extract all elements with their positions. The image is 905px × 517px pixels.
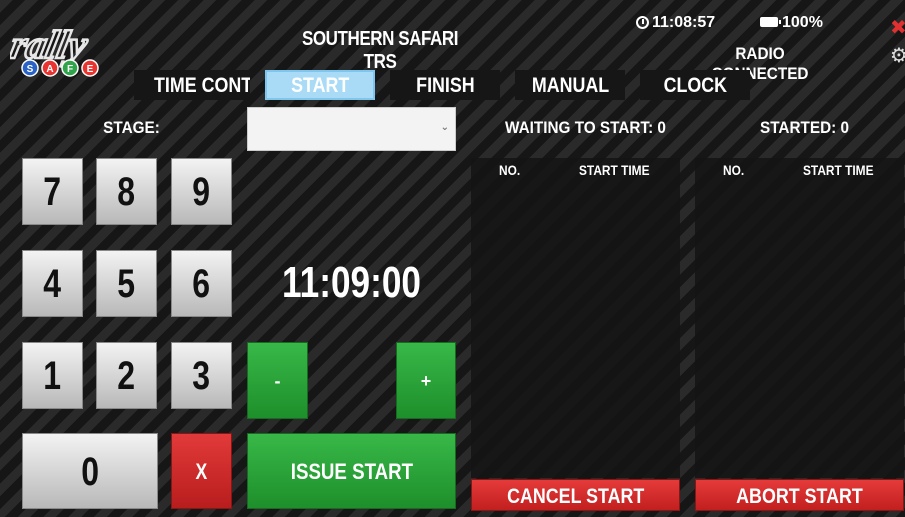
page-title: SOUTHERN SAFARI TRS <box>301 28 459 73</box>
waiting-count: WAITING TO START: 0 <box>505 118 666 137</box>
keypad-8-button[interactable]: 8 <box>96 158 157 225</box>
tab-clock[interactable]: CLOCK <box>640 70 750 100</box>
stage-label: STAGE: <box>103 118 160 137</box>
battery-icon <box>760 17 781 27</box>
increment-time-button[interactable]: + <box>396 342 456 419</box>
keypad-6-button[interactable]: 6 <box>171 250 232 317</box>
keypad-clear-button[interactable]: X <box>171 433 232 509</box>
clock-icon <box>636 16 649 29</box>
keypad-7-button[interactable]: 7 <box>22 158 83 225</box>
battery-status: 100% <box>760 14 823 32</box>
issue-start-button[interactable]: ISSUE START <box>247 433 456 509</box>
cancel-start-button[interactable]: CANCEL START <box>471 479 680 511</box>
stage-select[interactable]: ⌄ <box>247 107 456 151</box>
started-col-start-time: START TIME <box>803 162 874 178</box>
tab-start[interactable]: START <box>265 70 375 100</box>
keypad-2-button[interactable]: 2 <box>96 342 157 409</box>
start-time-display: 11:09:00 <box>282 258 421 307</box>
keypad-9-button[interactable]: 9 <box>171 158 232 225</box>
tab-time-control[interactable]: TIME CONTROL <box>134 70 250 100</box>
waiting-list[interactable]: NO. START TIME <box>471 158 680 478</box>
keypad-0-button[interactable]: 0 <box>22 433 158 509</box>
rally-safe-logo: rally S A F E <box>5 21 130 82</box>
decrement-time-button[interactable]: - <box>247 342 308 419</box>
tab-finish[interactable]: FINISH <box>390 70 500 100</box>
started-list[interactable]: NO. START TIME <box>695 158 904 478</box>
clock-status: 11:08:57 <box>636 14 715 32</box>
logo-letter: F <box>67 64 73 75</box>
logo-letter: A <box>46 64 53 75</box>
keypad-1-button[interactable]: 1 <box>22 342 83 409</box>
clock-time: 11:08:57 <box>652 14 716 31</box>
waiting-col-no: NO. <box>499 162 521 178</box>
abort-start-button[interactable]: ABORT START <box>695 479 904 511</box>
keypad-5-button[interactable]: 5 <box>96 250 157 317</box>
close-icon[interactable]: ✖ <box>890 18 905 38</box>
keypad-4-button[interactable]: 4 <box>22 250 83 317</box>
gear-icon[interactable]: ⚙ <box>890 46 905 66</box>
started-col-no: NO. <box>723 162 745 178</box>
battery-level: 100% <box>782 14 823 31</box>
logo-letter: E <box>87 64 94 75</box>
chevron-down-icon: ⌄ <box>440 122 449 133</box>
started-count: STARTED: 0 <box>760 118 849 137</box>
logo-letter: S <box>27 64 34 75</box>
keypad-3-button[interactable]: 3 <box>171 342 232 409</box>
waiting-col-start-time: START TIME <box>579 162 650 178</box>
tab-manual[interactable]: MANUAL <box>515 70 625 100</box>
